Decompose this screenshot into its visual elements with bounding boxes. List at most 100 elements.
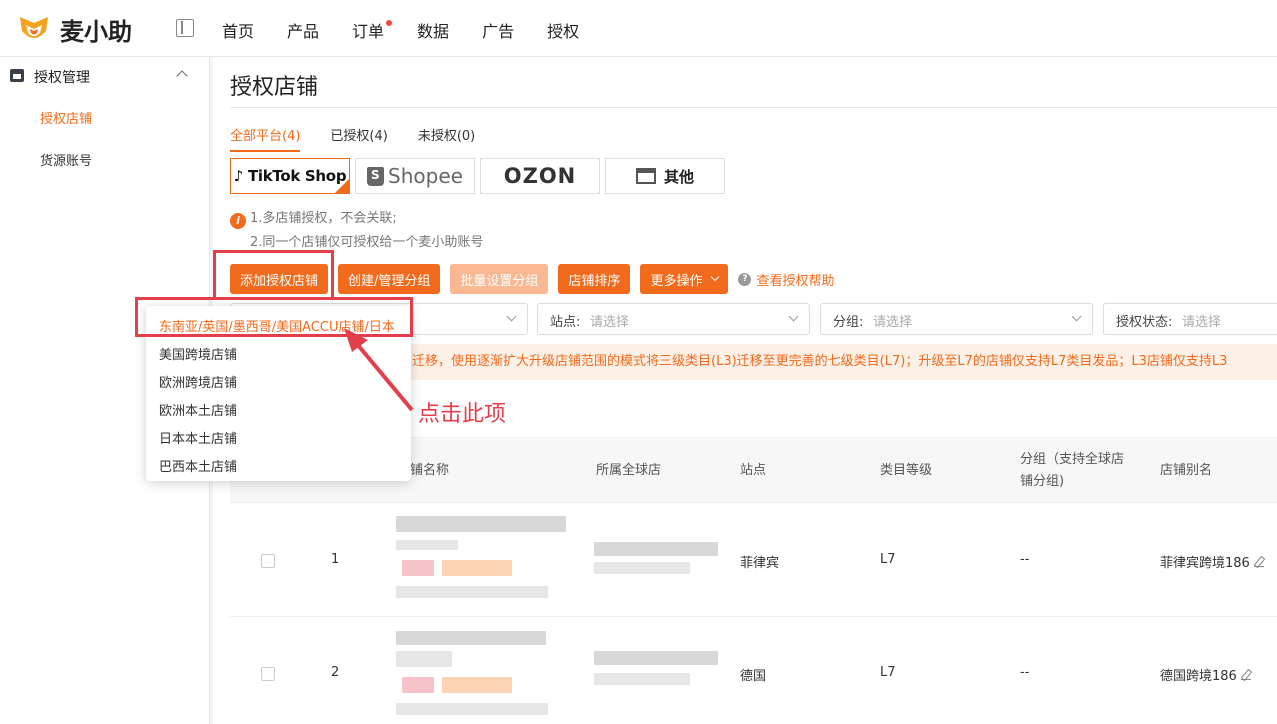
- nav-label: 产品: [287, 22, 320, 41]
- blurred-store-name: [396, 631, 546, 645]
- platform-shopee[interactable]: Shopee: [355, 158, 475, 194]
- notice-line-1: 1.多店铺授权，不会关联;: [250, 211, 397, 226]
- top-bar: 麦小助 首页 产品 订单 数据 广告 授权: [0, 0, 1277, 57]
- storefront-icon: [635, 168, 656, 184]
- edit-icon[interactable]: [1240, 670, 1251, 680]
- brand-name: 麦小助: [60, 18, 132, 46]
- auth-help-link[interactable]: ? 查看授权帮助: [738, 270, 834, 289]
- annotation-box-add-button: [213, 250, 334, 300]
- shopee-label: Shopee: [388, 164, 463, 188]
- sidebar-collapse-icon[interactable]: [176, 19, 194, 37]
- nav-label: 首页: [222, 22, 255, 41]
- nav-item-home[interactable]: 首页: [222, 18, 254, 42]
- blurred-badge: [402, 677, 434, 693]
- edit-icon[interactable]: [1253, 557, 1264, 567]
- tiktok-logo-text: ♪ TikTok Shop: [233, 167, 347, 185]
- table-row[interactable]: 1 菲律宾 L7 -- 菲律宾跨境186: [230, 504, 1277, 617]
- brand-logo-icon[interactable]: [16, 11, 52, 47]
- nav-label: 数据: [417, 22, 450, 41]
- divider: [230, 107, 1277, 108]
- dropdown-item-eu-local[interactable]: 欧洲本土店铺: [159, 400, 237, 419]
- nav-item-products[interactable]: 产品: [287, 18, 319, 42]
- col-global-store: 所属全球店: [596, 463, 662, 478]
- status-label: 授权状态:: [1116, 315, 1173, 330]
- group-select[interactable]: 分组: 请选择: [820, 303, 1093, 335]
- row-index: 2: [331, 665, 340, 680]
- site-placeholder: 请选择: [590, 315, 630, 330]
- other-label: 其他: [663, 167, 694, 186]
- blurred-text: [396, 651, 452, 667]
- chevron-down-icon: [506, 311, 517, 322]
- group-placeholder: 请选择: [873, 315, 913, 330]
- sidebar-item-source-accounts[interactable]: 货源账号: [40, 150, 92, 169]
- tab-authorized[interactable]: 已授权(4): [330, 125, 387, 152]
- nav-item-orders[interactable]: 订单: [352, 18, 393, 42]
- col-group-line-2: 铺分组): [1020, 474, 1065, 489]
- platform-selector: ♪ TikTok Shop Shopee OZON 其他: [230, 158, 730, 194]
- auth-status-select[interactable]: 授权状态: 请选择: [1103, 303, 1277, 335]
- blurred-text: [396, 586, 548, 598]
- chevron-down-icon: [788, 311, 799, 322]
- site-select[interactable]: 站点: 请选择: [537, 303, 810, 335]
- dropdown-item-br-local[interactable]: 巴西本土店铺: [159, 456, 237, 475]
- row-alias: 菲律宾跨境186: [1160, 552, 1264, 571]
- blurred-badge: [402, 560, 434, 576]
- sidebar-group-auth-management[interactable]: 授权管理: [10, 67, 200, 87]
- blurred-store-name: [396, 516, 566, 532]
- blurred-global-store: [594, 651, 718, 665]
- group-label: 分组:: [833, 315, 864, 330]
- col-site: 站点: [740, 463, 767, 478]
- help-label: 查看授权帮助: [756, 273, 835, 289]
- blurred-text: [396, 703, 548, 715]
- page-title: 授权店铺: [230, 75, 319, 100]
- blurred-text: [396, 540, 458, 550]
- dropdown-item-us-cross-border[interactable]: 美国跨境店铺: [159, 344, 237, 363]
- blurred-text: [594, 673, 690, 685]
- platform-ozon[interactable]: OZON: [480, 158, 600, 194]
- shopee-bag-icon: [367, 166, 385, 186]
- store-icon: [10, 69, 24, 82]
- col-store-name: 铺名称: [410, 463, 450, 478]
- site-label: 站点:: [550, 315, 581, 330]
- info-icon: i: [230, 213, 246, 229]
- col-store-alias: 店铺别名: [1160, 463, 1213, 478]
- ozon-label: OZON: [503, 164, 577, 188]
- nav-item-ads[interactable]: 广告: [482, 18, 514, 42]
- sidebar-item-authorized-stores[interactable]: 授权店铺: [40, 108, 92, 127]
- col-group-line-1: 分组（支持全球店: [1020, 452, 1125, 467]
- chevron-down-icon: [711, 272, 720, 282]
- annotation-text: 点击此项: [418, 402, 507, 427]
- tiktok-label: TikTok Shop: [247, 167, 347, 185]
- more-actions-button[interactable]: 更多操作: [640, 264, 729, 294]
- nav-label: 订单: [352, 22, 385, 41]
- nav-item-authorization[interactable]: 授权: [547, 18, 579, 42]
- tab-all-platforms[interactable]: 全部平台(4): [230, 125, 301, 152]
- row-site: 菲律宾: [740, 556, 780, 571]
- nav-item-data[interactable]: 数据: [417, 18, 449, 42]
- platform-other[interactable]: 其他: [605, 158, 725, 194]
- row-checkbox[interactable]: [261, 554, 275, 568]
- status-placeholder: 请选择: [1182, 315, 1222, 330]
- batch-group-button[interactable]: 批量设置分组: [450, 264, 549, 294]
- alert-text: 迁移，使用逐渐扩大升级店铺范围的模式将三级类目(L3)迁移至更完善的七级类目(L…: [412, 354, 1228, 369]
- table-row[interactable]: 2 德国 L7 -- 德国跨境186: [230, 617, 1277, 724]
- row-alias: 德国跨境186: [1160, 665, 1251, 684]
- platform-tabs: 全部平台(4) 已授权(4) 未授权(0): [230, 125, 505, 152]
- notification-dot: [386, 20, 393, 26]
- platform-tiktok-shop[interactable]: ♪ TikTok Shop: [230, 158, 350, 194]
- row-group: --: [1020, 552, 1030, 567]
- row-group: --: [1020, 665, 1030, 680]
- dropdown-item-eu-cross-border[interactable]: 欧洲跨境店铺: [159, 372, 237, 391]
- annotation-box-dropdown-item: [135, 297, 413, 337]
- manage-groups-button[interactable]: 创建/管理分组: [338, 264, 441, 294]
- blurred-global-store: [594, 542, 718, 556]
- auth-notice: i 1.多店铺授权，不会关联; 2.同一个店铺仅可授权给一个麦小助账号: [230, 207, 483, 255]
- alias-text: 菲律宾跨境186: [1160, 556, 1250, 571]
- tab-unauthorized[interactable]: 未授权(0): [418, 125, 475, 152]
- blurred-badge: [442, 677, 512, 693]
- row-checkbox[interactable]: [261, 667, 275, 681]
- col-group: 分组（支持全球店 铺分组): [1020, 449, 1124, 493]
- alias-text: 德国跨境186: [1160, 669, 1237, 684]
- dropdown-item-jp-local[interactable]: 日本本土店铺: [159, 428, 237, 447]
- sort-stores-button[interactable]: 店铺排序: [558, 264, 631, 294]
